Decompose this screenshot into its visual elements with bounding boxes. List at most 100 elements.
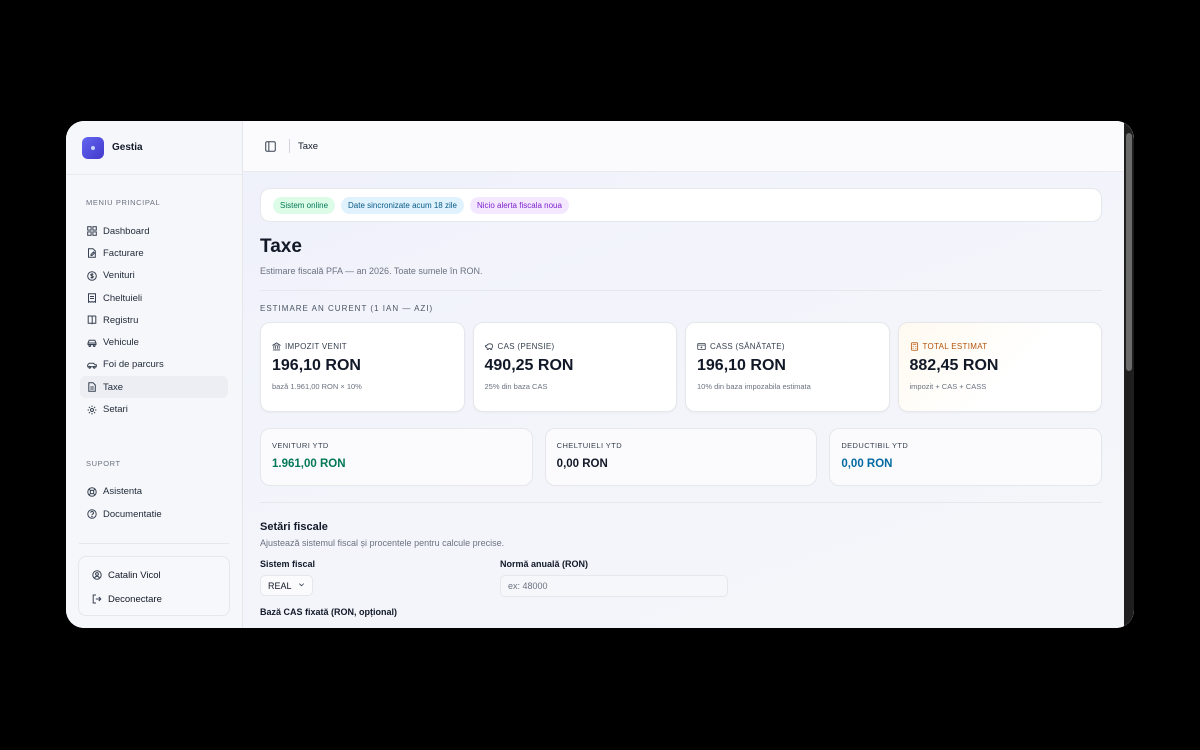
card-label-text: IMPOZIT VENIT — [285, 342, 347, 351]
user-panel: Catalin Vicol Deconectare — [78, 543, 230, 616]
card-label: VENITURI YTD — [272, 441, 329, 450]
card-cheltuieli-ytd: CHELTUIELI YTD 0,00 RON — [544, 428, 818, 486]
card-label: CASS (SĂNĂTATE) — [697, 342, 889, 351]
calculator-icon — [910, 342, 919, 351]
topbar: Taxe — [243, 121, 1134, 172]
select-value: REAL — [268, 580, 292, 591]
card-impozit-venit: IMPOZIT VENIT 196,10 RON bază 1.961,00 R… — [260, 322, 465, 412]
sidebar-item-vehicule[interactable]: Vehicule — [80, 331, 228, 353]
sidebar: Gestia MENIU PRINCIPAL Dashboard Factura… — [66, 121, 243, 628]
cas-base-label: Bază CAS fixată (RON, opțional) — [260, 607, 398, 617]
card-label-text: CAS (PENSIE) — [497, 342, 555, 351]
sidebar-item-facturare[interactable]: Facturare — [80, 242, 228, 264]
sidebar-item-dashboard[interactable]: Dashboard — [80, 220, 228, 242]
gear-icon — [86, 404, 97, 415]
dollar-circle-icon — [86, 270, 97, 281]
sidebar-toggle-icon[interactable] — [263, 139, 277, 153]
card-value: 1.961,00 RON — [272, 458, 346, 470]
sidebar-item-label: Venituri — [103, 270, 135, 282]
car-side-icon — [86, 359, 97, 370]
card-note: bază 1.961,00 RON × 10% — [272, 382, 362, 391]
card-value: 196,10 RON — [697, 357, 786, 374]
divider — [260, 502, 1102, 503]
user-circle-icon — [91, 570, 102, 581]
logout-icon — [91, 594, 102, 605]
sidebar-item-label: Cheltuieli — [103, 292, 143, 304]
sidebar-item-documentatie[interactable]: Documentatie — [80, 503, 228, 525]
settings-form-row: Sistem fiscal REAL Normă anuală (RON) — [260, 559, 1102, 597]
status-badge-online: Sistem online — [273, 196, 336, 214]
card-total-estimat: TOTAL ESTIMAT 882,45 RON impozit + CAS +… — [897, 322, 1102, 412]
annual-norm-input[interactable] — [500, 575, 728, 597]
card-value: 0,00 RON — [841, 458, 893, 470]
user-profile[interactable]: Catalin Vicol — [79, 563, 229, 587]
card-value: 196,10 RON — [272, 357, 361, 374]
main-area: Taxe Sistem online Date sincronizate acu… — [243, 121, 1134, 628]
fiscal-system-select[interactable]: REAL — [260, 575, 313, 596]
ytd-cards: VENITURI YTD 1.961,00 RON CHELTUIELI YTD… — [260, 428, 1103, 486]
sidebar-item-registru[interactable]: Registru — [80, 309, 228, 331]
sidebar-item-cheltuieli[interactable]: Cheltuieli — [80, 287, 228, 309]
sidebar-item-label: Vehicule — [103, 337, 139, 349]
sidebar-item-label: Setari — [103, 404, 128, 416]
status-badge-sync: Date sincronizate acum 18 zile — [341, 196, 464, 214]
settings-subtitle: Ajustează sistemul fiscal și procentele … — [260, 538, 505, 548]
card-label: IMPOZIT VENIT — [272, 342, 464, 351]
sidebar-item-asistenta[interactable]: Asistenta — [80, 481, 228, 503]
tax-cards: IMPOZIT VENIT 196,10 RON bază 1.961,00 R… — [260, 322, 1102, 412]
main-menu-title: MENIU PRINCIPAL — [86, 198, 161, 207]
file-edit-icon — [86, 248, 97, 259]
card-venituri-ytd: VENITURI YTD 1.961,00 RON — [260, 428, 533, 486]
page-title: Taxe — [260, 236, 302, 257]
card-deductibil-ytd: DEDUCTIBIL YTD 0,00 RON — [829, 428, 1103, 486]
logout-button[interactable]: Deconectare — [79, 587, 229, 611]
status-badge-alerts: Nicio alerta fiscala noua — [469, 196, 569, 214]
field-sistem-fiscal: Sistem fiscal REAL — [260, 559, 500, 597]
card-value: 490,25 RON — [484, 357, 574, 374]
logout-label: Deconectare — [108, 593, 162, 605]
card-label: TOTAL ESTIMAT — [910, 342, 1102, 351]
field-label: Sistem fiscal — [260, 559, 316, 569]
support-title: SUPORT — [86, 458, 121, 468]
card-note: impozit + CAS + CASS — [909, 382, 987, 391]
lifebuoy-icon — [86, 486, 97, 497]
card-note: 25% din baza CAS — [484, 382, 548, 391]
sidebar-item-label: Documentatie — [103, 508, 162, 520]
sidebar-item-setari[interactable]: Setari — [80, 398, 228, 420]
divider — [260, 290, 1102, 291]
app-window: Gestia MENIU PRINCIPAL Dashboard Factura… — [66, 121, 1134, 628]
car-icon — [86, 337, 97, 348]
user-divider — [79, 543, 229, 544]
brand[interactable]: Gestia — [66, 121, 242, 175]
brand-logo-icon — [82, 136, 104, 159]
sidebar-item-label: Facturare — [103, 247, 144, 259]
chevron-down-icon — [298, 581, 305, 590]
card-label: DEDUCTIBIL YTD — [841, 441, 909, 450]
sidebar-item-label: Taxe — [103, 381, 124, 393]
health-card-icon — [697, 342, 706, 351]
brand-name: Gestia — [112, 142, 143, 153]
receipt-icon — [86, 293, 97, 304]
breadcrumb: Taxe — [298, 140, 319, 152]
sidebar-item-taxe[interactable]: Taxe — [80, 376, 228, 399]
sidebar-item-foi-de-parcurs[interactable]: Foi de parcurs — [80, 354, 228, 376]
estimate-section-label: ESTIMARE AN CURENT (1 IAN — AZI) — [260, 304, 434, 313]
card-value: 0,00 RON — [556, 458, 608, 470]
sidebar-item-venituri[interactable]: Venituri — [80, 265, 228, 287]
page-content: Sistem online Date sincronizate acum 18 … — [260, 188, 1103, 617]
card-label: CHELTUIELI YTD — [556, 441, 623, 450]
field-norma-anuala: Normă anuală (RON) — [500, 559, 740, 597]
card-label: CAS (PENSIE) — [484, 342, 677, 351]
user-name: Catalin Vicol — [108, 569, 161, 581]
field-label: Normă anuală (RON) — [500, 559, 589, 569]
scrollbar[interactable] — [1124, 121, 1134, 628]
scrollbar-thumb[interactable] — [1126, 133, 1132, 371]
card-cass-sanatate: CASS (SĂNĂTATE) 196,10 RON 10% din baza … — [685, 322, 890, 412]
bank-icon — [272, 342, 281, 351]
main-nav: Dashboard Facturare Venituri Cheltuieli … — [66, 220, 242, 421]
piggy-bank-icon — [484, 342, 494, 351]
card-label-text: TOTAL ESTIMAT — [922, 342, 988, 351]
support-nav: Asistenta Documentatie — [66, 481, 242, 526]
card-value: 882,45 RON — [909, 357, 999, 374]
sidebar-item-label: Foi de parcurs — [103, 359, 164, 371]
